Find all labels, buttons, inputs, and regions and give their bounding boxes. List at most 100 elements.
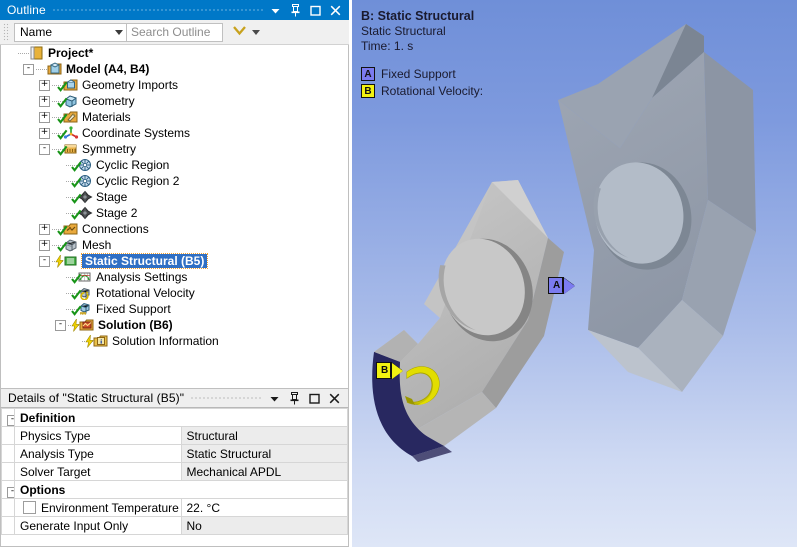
solution-information-icon bbox=[85, 334, 109, 348]
dropdown-icon[interactable] bbox=[268, 391, 281, 405]
tree-item-cyclic-region[interactable]: Cyclic Region bbox=[1, 157, 348, 173]
legend-label-rotational-velocity: Rotational Velocity: bbox=[381, 84, 484, 98]
tree-item-label: Model (A4, B4) bbox=[66, 62, 150, 76]
annotation-flag-b-tip bbox=[392, 362, 404, 379]
details-property-row[interactable]: Generate Input Only No bbox=[1, 516, 348, 535]
details-property-row[interactable]: Analysis Type Static Structural bbox=[1, 444, 348, 463]
project-icon bbox=[29, 46, 45, 60]
details-property-value[interactable]: 22. °C bbox=[180, 498, 348, 517]
tree-item-stage[interactable]: Stage bbox=[1, 189, 348, 205]
details-property-name-text: Solver Target bbox=[20, 464, 91, 479]
tree-expander[interactable]: - bbox=[39, 255, 50, 267]
details-titlebar-buttons bbox=[268, 391, 346, 405]
group-collapse-toggle[interactable]: - bbox=[1, 480, 15, 499]
tree-item-stage-2[interactable]: Stage 2 bbox=[1, 205, 348, 221]
details-property-name: Physics Type bbox=[14, 426, 182, 445]
details-property-value[interactable]: Structural bbox=[180, 426, 348, 445]
tree-item-label: Connections bbox=[82, 222, 149, 236]
tree-item-project[interactable]: Project* bbox=[1, 45, 348, 61]
group-collapse-toggle[interactable]: - bbox=[1, 408, 15, 427]
legend-item-rotational-velocity[interactable]: B Rotational Velocity: bbox=[361, 84, 483, 98]
details-property-row[interactable]: Physics Type Structural bbox=[1, 426, 348, 445]
maximize-icon[interactable] bbox=[308, 391, 321, 405]
tree-expander[interactable]: + bbox=[39, 127, 50, 139]
graphics-viewport[interactable]: B: Static Structural Static Structural T… bbox=[352, 0, 797, 547]
geometry-icon bbox=[57, 94, 79, 108]
model-icon bbox=[47, 62, 63, 76]
tree-expander[interactable]: - bbox=[23, 63, 34, 75]
tree-item-materials[interactable]: + Materials bbox=[1, 109, 348, 125]
tree-expander[interactable]: + bbox=[39, 111, 50, 123]
name-filter-dropdown[interactable]: Name bbox=[14, 22, 127, 42]
tree-expander[interactable]: - bbox=[39, 143, 50, 155]
details-property-value[interactable]: Mechanical APDL bbox=[180, 462, 348, 481]
dropdown-icon[interactable] bbox=[269, 3, 282, 17]
tree-item-geometry-imports[interactable]: + Geometry Imports bbox=[1, 77, 348, 93]
details-property-name-text: Environment Temperature bbox=[41, 500, 179, 515]
tree-item-symmetry[interactable]: - Symmetry bbox=[1, 141, 348, 157]
name-filter-label: Name bbox=[20, 25, 53, 39]
search-chevron-icon[interactable] bbox=[232, 25, 247, 39]
tree-item-analysis-settings[interactable]: Analysis Settings bbox=[1, 269, 348, 285]
details-property-value[interactable]: No bbox=[180, 516, 348, 535]
mesh-icon bbox=[57, 238, 79, 252]
property-checkbox[interactable] bbox=[23, 500, 36, 514]
outline-search-toolbar: Name Search Outline bbox=[0, 20, 349, 45]
tree-item-rotational-velocity[interactable]: Rotational Velocity bbox=[1, 285, 348, 301]
details-panel-titlebar: Details of "Static Structural (B5)" bbox=[0, 388, 349, 408]
details-group-label: Options bbox=[14, 480, 348, 499]
tree-item-connections[interactable]: + Connections bbox=[1, 221, 348, 237]
tree-expander[interactable]: + bbox=[39, 223, 50, 235]
tree-item-label: Materials bbox=[82, 110, 131, 124]
tree-item-fixed-support[interactable]: Fixed Support bbox=[1, 301, 348, 317]
tree-item-mesh[interactable]: + Mesh bbox=[1, 237, 348, 253]
close-icon[interactable] bbox=[328, 391, 341, 405]
tree-item-static-structural-b5[interactable]: - Static Structural (B5) bbox=[1, 253, 348, 269]
details-property-value[interactable]: Static Structural bbox=[180, 444, 348, 463]
details-property-name-text: Generate Input Only bbox=[20, 518, 129, 533]
pin-icon[interactable] bbox=[288, 391, 301, 405]
pin-icon[interactable] bbox=[289, 3, 302, 17]
details-group-label: Definition bbox=[14, 408, 348, 427]
search-input[interactable]: Search Outline bbox=[127, 22, 223, 42]
legend-item-fixed-support[interactable]: A Fixed Support bbox=[361, 67, 483, 81]
details-panel-title: Details of "Static Structural (B5)" bbox=[8, 391, 185, 405]
tree-item-model-a4-b4[interactable]: - Model (A4, B4) bbox=[1, 61, 348, 77]
tree-item-solution-b6[interactable]: - Solution (B6) bbox=[1, 317, 348, 333]
tree-item-geometry[interactable]: + Geometry bbox=[1, 93, 348, 109]
annotation-flag-b[interactable]: B bbox=[376, 362, 404, 379]
details-property-row[interactable]: Environment Temperature 22. °C bbox=[1, 498, 348, 517]
toolbar-grip[interactable] bbox=[3, 23, 10, 41]
details-titlebar-dot-filler bbox=[190, 389, 262, 407]
details-group-row[interactable]: - Definition bbox=[1, 408, 348, 427]
tree-expander[interactable]: + bbox=[39, 79, 50, 91]
tree-expander[interactable]: + bbox=[39, 95, 50, 107]
close-icon[interactable] bbox=[329, 3, 342, 17]
details-group-row[interactable]: - Options bbox=[1, 480, 348, 499]
tree-item-solution-information[interactable]: Solution Information bbox=[1, 333, 348, 349]
maximize-icon[interactable] bbox=[309, 3, 322, 17]
annotation-flag-a[interactable]: A bbox=[548, 277, 576, 294]
cyclic-region-icon bbox=[71, 158, 93, 172]
legend-line-2: Static Structural bbox=[361, 24, 446, 38]
details-grid-container: - Definition Physics Type Structural Analysi… bbox=[0, 408, 349, 547]
search-options-caret-icon[interactable] bbox=[252, 29, 260, 35]
collapse-icon: - bbox=[7, 486, 14, 498]
tree-item-cyclic-region-2[interactable]: Cyclic Region 2 bbox=[1, 173, 348, 189]
legend-spacer bbox=[361, 53, 483, 64]
stage-icon bbox=[71, 190, 93, 204]
stage-icon bbox=[71, 206, 93, 220]
tree-item-label: Geometry bbox=[82, 94, 135, 108]
tree-expander[interactable]: + bbox=[39, 239, 50, 251]
tree-expander[interactable]: - bbox=[55, 319, 66, 331]
fixed-support-icon bbox=[71, 302, 93, 316]
legend-line-1: B: Static Structural bbox=[361, 9, 475, 23]
outline-tree[interactable]: Project* - Model (A4, B4) + Geometry Imports… bbox=[0, 45, 349, 388]
details-property-row[interactable]: Solver Target Mechanical APDL bbox=[1, 462, 348, 481]
tree-item-coordinate-systems[interactable]: + Coordinate Systems bbox=[1, 125, 348, 141]
legend-tag-a: A bbox=[361, 67, 375, 81]
